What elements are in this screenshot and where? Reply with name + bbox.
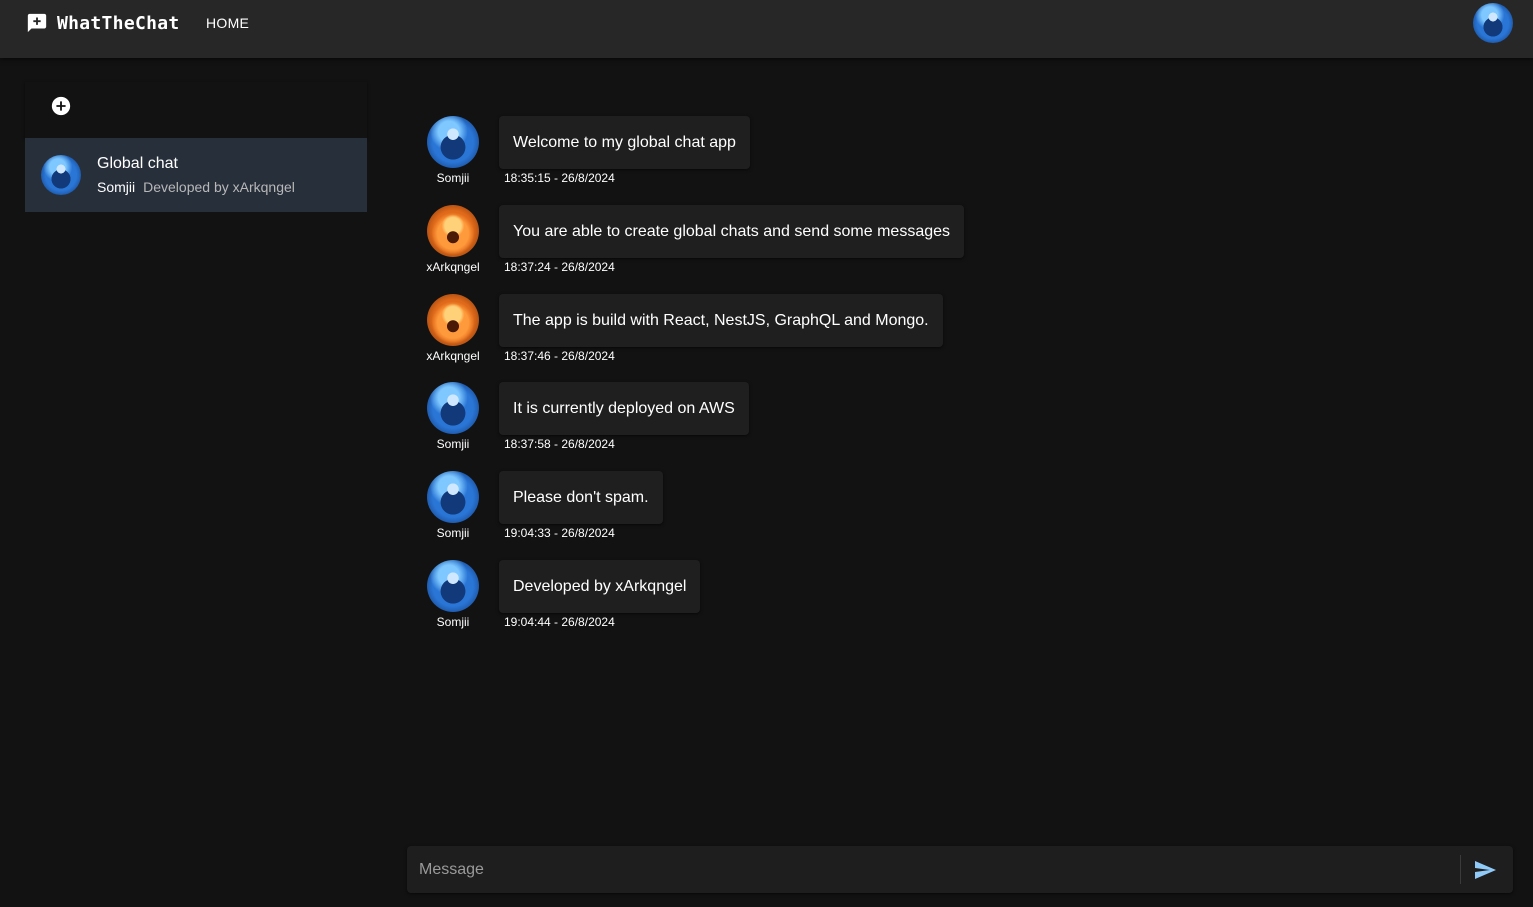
message-timestamp: 19:04:33 - 26/8/2024 xyxy=(504,526,615,540)
message-item: xArkqngel You are able to create global … xyxy=(420,205,1420,285)
message-username: Somjii xyxy=(436,526,470,540)
sidebar-header xyxy=(25,82,367,138)
message-username: xArkqngel xyxy=(426,260,480,274)
message-avatar xyxy=(427,116,479,168)
composer-divider xyxy=(1460,855,1461,884)
message-item: Somjii Please don't spam. 19:04:33 - 26/… xyxy=(420,471,1420,551)
message-username: xArkqngel xyxy=(426,349,480,363)
message-avatar xyxy=(427,205,479,257)
chat-last-author: Somjii xyxy=(97,179,136,195)
send-icon[interactable] xyxy=(1473,858,1497,882)
chat-last-preview: Developed by xArkqngel xyxy=(143,179,295,195)
message-composer xyxy=(407,846,1513,893)
app-bar: WhatTheChat HOME xyxy=(0,0,1533,58)
message-username: Somjii xyxy=(436,615,470,629)
message-username: Somjii xyxy=(436,171,470,185)
message-timestamp: 18:37:46 - 26/8/2024 xyxy=(504,349,615,363)
chat-sidebar: Global chat Somjii Developed by xArkqngel xyxy=(25,82,367,212)
message-item: xArkqngel The app is build with React, N… xyxy=(420,294,1420,374)
chat-title: Global chat xyxy=(97,155,178,172)
chat-add-icon xyxy=(27,13,47,33)
message-bubble: The app is build with React, NestJS, Gra… xyxy=(499,294,943,347)
message-avatar xyxy=(427,294,479,346)
message-item: Somjii It is currently deployed on AWS 1… xyxy=(420,382,1420,462)
message-timestamp: 18:37:58 - 26/8/2024 xyxy=(504,437,615,451)
message-avatar xyxy=(427,382,479,434)
message-item: Somjii Developed by xArkqngel 19:04:44 -… xyxy=(420,560,1420,640)
message-bubble: Welcome to my global chat app xyxy=(499,116,750,169)
message-bubble: Please don't spam. xyxy=(499,471,663,524)
message-avatar xyxy=(427,471,479,523)
brand[interactable]: WhatTheChat xyxy=(26,12,180,34)
user-avatar[interactable] xyxy=(1473,3,1513,43)
message-timestamp: 18:35:15 - 26/8/2024 xyxy=(504,171,615,185)
message-bubble: You are able to create global chats and … xyxy=(499,205,965,258)
chat-avatar xyxy=(41,155,81,195)
message-input[interactable] xyxy=(407,846,1457,893)
add-circle-icon[interactable] xyxy=(50,95,72,117)
message-username: Somjii xyxy=(436,437,470,451)
message-bubble: It is currently deployed on AWS xyxy=(499,382,749,435)
message-timestamp: 18:37:24 - 26/8/2024 xyxy=(504,260,615,274)
message-timestamp: 19:04:44 - 26/8/2024 xyxy=(504,615,615,629)
nav-home-link[interactable]: HOME xyxy=(206,15,249,31)
chat-list-item-global-chat[interactable]: Global chat Somjii Developed by xArkqngel xyxy=(25,138,367,212)
chat-last-message: Somjii Developed by xArkqngel xyxy=(97,179,295,195)
brand-name: WhatTheChat xyxy=(57,12,180,34)
message-item: Somjii Welcome to my global chat app 18:… xyxy=(420,116,1420,196)
message-bubble: Developed by xArkqngel xyxy=(499,560,701,613)
message-avatar xyxy=(427,560,479,612)
